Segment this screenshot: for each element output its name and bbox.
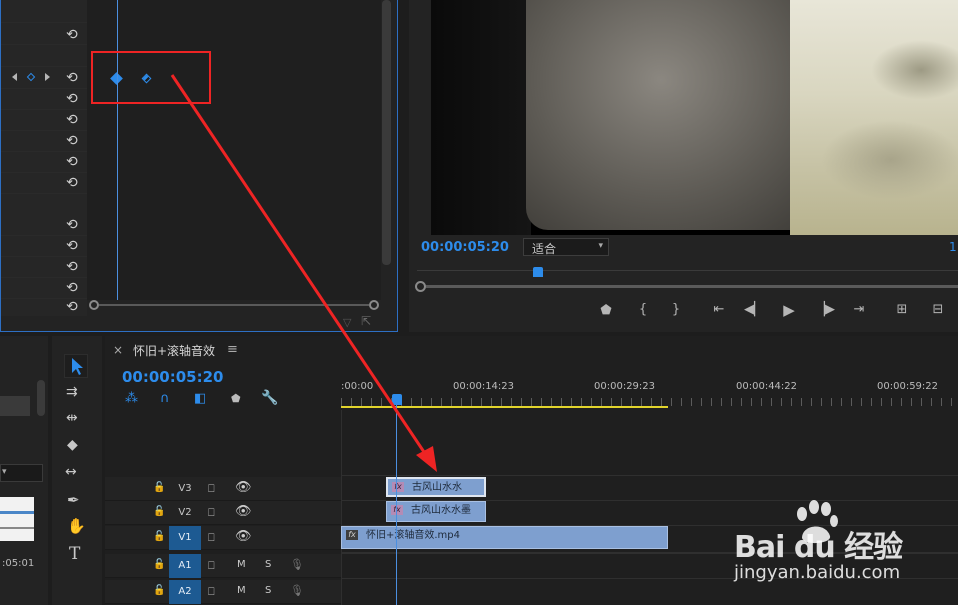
watermark-url: jingyan.baidu.com <box>734 562 901 583</box>
baidu-watermark: Bai du 经验 jingyan.baidu.com <box>732 500 954 590</box>
watermark-brand: Bai du 经验 <box>734 530 903 565</box>
